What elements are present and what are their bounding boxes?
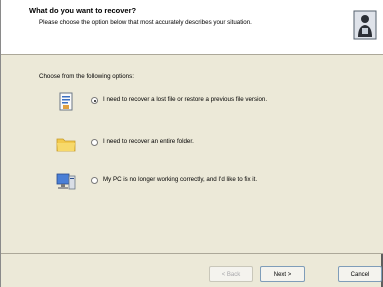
option-recover-folder[interactable]: I need to recover an entire folder.: [1, 133, 383, 159]
radio-recover-folder[interactable]: [91, 139, 98, 146]
wizard-person-icon: [353, 10, 377, 40]
option-label: My PC is no longer working correctly, an…: [103, 176, 258, 183]
document-icon: [59, 92, 73, 111]
cancel-button[interactable]: Cancel: [338, 266, 382, 282]
computer-icon: [56, 173, 76, 190]
page-subtitle: Please choose the option below that most…: [39, 19, 252, 26]
radio-fix-pc[interactable]: [91, 177, 98, 184]
option-label: I need to recover an entire folder.: [103, 138, 194, 145]
folder-icon: [56, 138, 76, 152]
option-fix-pc[interactable]: My PC is no longer working correctly, an…: [1, 171, 383, 197]
options-prompt: Choose from the following options:: [39, 73, 134, 80]
option-recover-file[interactable]: I need to recover a lost file or restore…: [1, 91, 383, 117]
option-label: I need to recover a lost file or restore…: [103, 96, 268, 103]
button-divider: [1, 253, 383, 254]
next-button[interactable]: Next >: [260, 266, 305, 282]
wizard-header: What do you want to recover? Please choo…: [1, 0, 383, 55]
recovery-wizard-window: What do you want to recover? Please choo…: [0, 0, 383, 287]
back-button[interactable]: < Back: [209, 266, 253, 282]
page-title: What do you want to recover?: [29, 6, 137, 15]
radio-recover-file[interactable]: [91, 97, 98, 104]
